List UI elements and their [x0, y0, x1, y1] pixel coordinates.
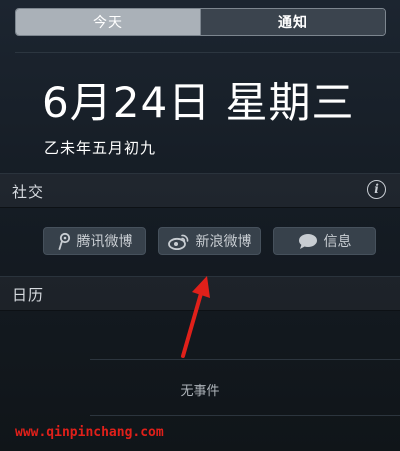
message-button[interactable]: 信息 — [273, 227, 376, 255]
segmented-control: 今天 通知 — [15, 8, 386, 36]
sina-weibo-button[interactable]: 新浪微博 — [158, 227, 261, 255]
annotation-arrow-icon — [181, 276, 210, 358]
date-heading: 6月24日 星期三 — [42, 78, 355, 127]
lunar-date: 乙未年五月初九 — [44, 139, 157, 157]
tab-notifications[interactable]: 通知 — [201, 9, 385, 35]
tencent-weibo-label: 腾讯微博 — [76, 234, 133, 250]
info-icon[interactable]: i — [367, 180, 386, 199]
message-bubble-icon — [298, 233, 318, 250]
events-divider-bottom — [90, 415, 400, 416]
sina-weibo-label: 新浪微博 — [195, 234, 252, 250]
no-events-text: 无事件 — [180, 384, 220, 399]
tencent-weibo-button[interactable]: 腾讯微博 — [43, 227, 146, 255]
calendar-section-title: 日历 — [12, 286, 45, 304]
header-divider — [15, 52, 400, 53]
sina-weibo-icon — [167, 233, 190, 250]
events-divider-top — [90, 359, 400, 360]
message-label: 信息 — [323, 234, 352, 250]
tab-today[interactable]: 今天 — [16, 9, 200, 35]
watermark: www.qinpinchang.com — [15, 425, 164, 440]
tencent-weibo-icon — [57, 232, 71, 250]
social-section-header: 社交 i — [0, 173, 400, 208]
social-section-title: 社交 — [12, 183, 45, 201]
